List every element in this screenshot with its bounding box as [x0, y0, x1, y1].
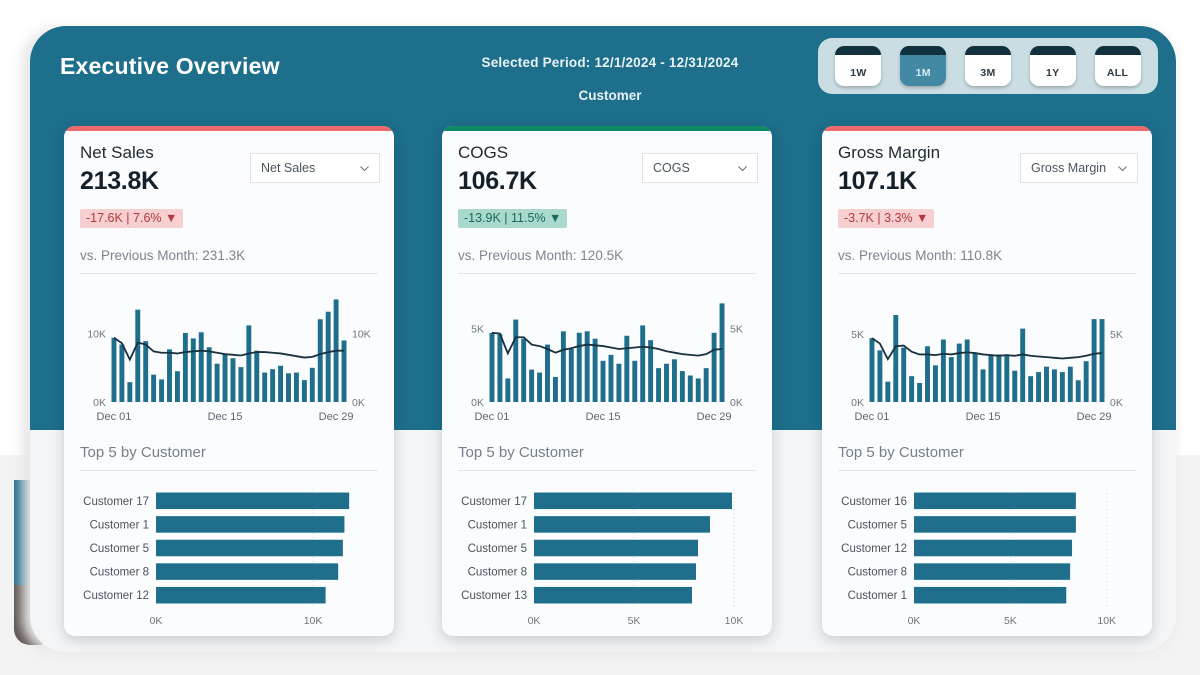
svg-text:Dec 01: Dec 01: [97, 411, 132, 423]
svg-text:10K: 10K: [304, 615, 323, 627]
kpi-card-net-sales: Net Sales213.8K-17.6K | 7.6% ▼vs. Previo…: [64, 126, 394, 636]
top5-bar-chart: 0K 10K Customer 17 Customer 1 Customer 5 Cust…: [80, 481, 378, 631]
svg-text:Dec 01: Dec 01: [855, 411, 890, 423]
svg-text:0K: 0K: [730, 397, 743, 409]
kpi-measure-dropdown-value: COGS: [653, 161, 690, 175]
top5-section: 0K 10K Customer 17 Customer 1 Customer 5 Cust…: [80, 481, 378, 636]
svg-text:Dec 15: Dec 15: [586, 411, 621, 423]
svg-text:5K: 5K: [851, 329, 864, 341]
top5-section: 0K 5K 10K Customer 16 Customer 5 Customer 12 C…: [838, 481, 1136, 636]
kpi-card-gross-margin: Gross Margin107.1K-3.7K | 3.3% ▼vs. Prev…: [822, 126, 1152, 636]
top5-bar-chart: 0K 5K 10K Customer 17 Customer 1 Customer 5 Cu…: [458, 481, 756, 631]
kpi-previous-period: vs. Previous Month: 120.5K: [458, 248, 756, 274]
svg-text:Customer 5: Customer 5: [90, 543, 149, 555]
range-button-all[interactable]: ALL: [1095, 46, 1141, 86]
range-button-label: 1Y: [1046, 67, 1059, 79]
svg-text:Customer 1: Customer 1: [468, 519, 527, 531]
kpi-delta-badge: -17.6K | 7.6% ▼: [80, 209, 183, 228]
top5-section: 0K 5K 10K Customer 17 Customer 1 Customer 5 Cu…: [458, 481, 756, 636]
top5-section-title: Top 5 by Customer: [80, 444, 378, 471]
time-range-button-group: 1W 1M 3M 1Y ALL: [818, 38, 1158, 94]
svg-text:0K: 0K: [528, 615, 541, 627]
range-button-1m[interactable]: 1M: [900, 46, 946, 86]
daily-trend-section: 0K 0K 10K 10K Dec 01 Dec 15 Dec 29: [80, 288, 378, 430]
svg-text:Customer 12: Customer 12: [83, 590, 149, 602]
svg-text:10K: 10K: [352, 329, 371, 341]
svg-text:Dec 15: Dec 15: [208, 411, 243, 423]
kpi-measure-dropdown-value: Net Sales: [261, 161, 315, 175]
chevron-down-icon: [736, 162, 749, 175]
slicer-dimension-label: Customer: [420, 88, 800, 103]
svg-text:Dec 15: Dec 15: [966, 411, 1001, 423]
range-button-1y[interactable]: 1Y: [1030, 46, 1076, 86]
kpi-measure-dropdown[interactable]: Gross Margin: [1020, 153, 1138, 183]
kpi-delta-row: -17.6K | 7.6% ▼: [80, 196, 378, 228]
kpi-delta-row: -3.7K | 3.3% ▼: [838, 196, 1136, 228]
svg-text:Customer 12: Customer 12: [841, 543, 907, 555]
svg-text:Customer 5: Customer 5: [468, 543, 527, 555]
kpi-card-cogs: COGS106.7K-13.9K | 11.5% ▼vs. Previous M…: [442, 126, 772, 636]
svg-text:Customer 16: Customer 16: [841, 496, 907, 508]
kpi-measure-dropdown-value: Gross Margin: [1031, 161, 1106, 175]
range-button-label: ALL: [1107, 67, 1128, 79]
card-body: Gross Margin107.1K-3.7K | 3.3% ▼vs. Prev…: [822, 131, 1152, 636]
svg-text:0K: 0K: [1110, 397, 1123, 409]
svg-text:Dec 29: Dec 29: [1077, 411, 1112, 423]
svg-text:Dec 01: Dec 01: [475, 411, 510, 423]
svg-text:Customer 8: Customer 8: [90, 567, 149, 579]
svg-text:Dec 29: Dec 29: [697, 411, 732, 423]
svg-text:Customer 8: Customer 8: [848, 567, 907, 579]
svg-text:5K: 5K: [471, 323, 484, 335]
chevron-down-icon: [358, 162, 371, 175]
svg-text:Customer 8: Customer 8: [468, 567, 527, 579]
chevron-down-icon: [1116, 162, 1129, 175]
top5-bar-chart: 0K 5K 10K Customer 16 Customer 5 Customer 12 C…: [838, 481, 1136, 631]
kpi-previous-period: vs. Previous Month: 231.3K: [80, 248, 378, 274]
page-title: Executive Overview: [60, 53, 280, 80]
top5-section-title: Top 5 by Customer: [458, 444, 756, 471]
svg-text:5K: 5K: [1110, 329, 1123, 341]
svg-text:5K: 5K: [1004, 615, 1017, 627]
range-button-label: 1W: [850, 67, 866, 79]
range-button-label: 3M: [980, 67, 995, 79]
svg-text:Customer 1: Customer 1: [90, 519, 149, 531]
svg-text:Customer 5: Customer 5: [848, 519, 907, 531]
svg-text:Customer 13: Customer 13: [461, 590, 527, 602]
card-body: COGS106.7K-13.9K | 11.5% ▼vs. Previous M…: [442, 131, 772, 636]
svg-text:0K: 0K: [150, 615, 163, 627]
svg-text:10K: 10K: [87, 329, 106, 341]
svg-text:0K: 0K: [352, 397, 365, 409]
svg-text:Dec 29: Dec 29: [319, 411, 354, 423]
daily-combo-chart: 0K 0K 5K 5K Dec 01 Dec 15 Dec 29: [458, 288, 756, 428]
daily-trend-section: 0K 0K 5K 5K Dec 01 Dec 15 Dec 29: [838, 288, 1136, 430]
svg-text:10K: 10K: [1097, 615, 1116, 627]
kpi-delta-row: -13.9K | 11.5% ▼: [458, 196, 756, 228]
kpi-measure-dropdown[interactable]: Net Sales: [250, 153, 380, 183]
kpi-delta-badge: -3.7K | 3.3% ▼: [838, 209, 934, 228]
daily-trend-section: 0K 0K 5K 5K Dec 01 Dec 15 Dec 29: [458, 288, 756, 430]
kpi-measure-dropdown[interactable]: COGS: [642, 153, 758, 183]
svg-text:0K: 0K: [908, 615, 921, 627]
svg-text:Customer 17: Customer 17: [83, 496, 149, 508]
svg-text:Customer 1: Customer 1: [848, 590, 907, 602]
dashboard-root: Executive Overview Selected Period: 12/1…: [0, 0, 1200, 675]
svg-text:10K: 10K: [725, 615, 744, 627]
daily-combo-chart: 0K 0K 10K 10K Dec 01 Dec 15 Dec 29: [80, 288, 378, 428]
period-block: Selected Period: 12/1/2024 - 12/31/2024 …: [420, 55, 800, 103]
svg-text:0K: 0K: [471, 397, 484, 409]
range-button-1w[interactable]: 1W: [835, 46, 881, 86]
svg-text:5K: 5K: [628, 615, 641, 627]
kpi-delta-badge: -13.9K | 11.5% ▼: [458, 209, 567, 228]
card-body: Net Sales213.8K-17.6K | 7.6% ▼vs. Previo…: [64, 131, 394, 636]
svg-text:0K: 0K: [93, 397, 106, 409]
selected-period-label: Selected Period: 12/1/2024 - 12/31/2024: [420, 55, 800, 70]
range-button-3m[interactable]: 3M: [965, 46, 1011, 86]
range-button-label: 1M: [916, 67, 931, 79]
svg-text:Customer 17: Customer 17: [461, 496, 527, 508]
svg-text:0K: 0K: [851, 397, 864, 409]
daily-combo-chart: 0K 0K 5K 5K Dec 01 Dec 15 Dec 29: [838, 288, 1136, 428]
top5-section-title: Top 5 by Customer: [838, 444, 1136, 471]
svg-text:5K: 5K: [730, 323, 743, 335]
kpi-previous-period: vs. Previous Month: 110.8K: [838, 248, 1136, 274]
